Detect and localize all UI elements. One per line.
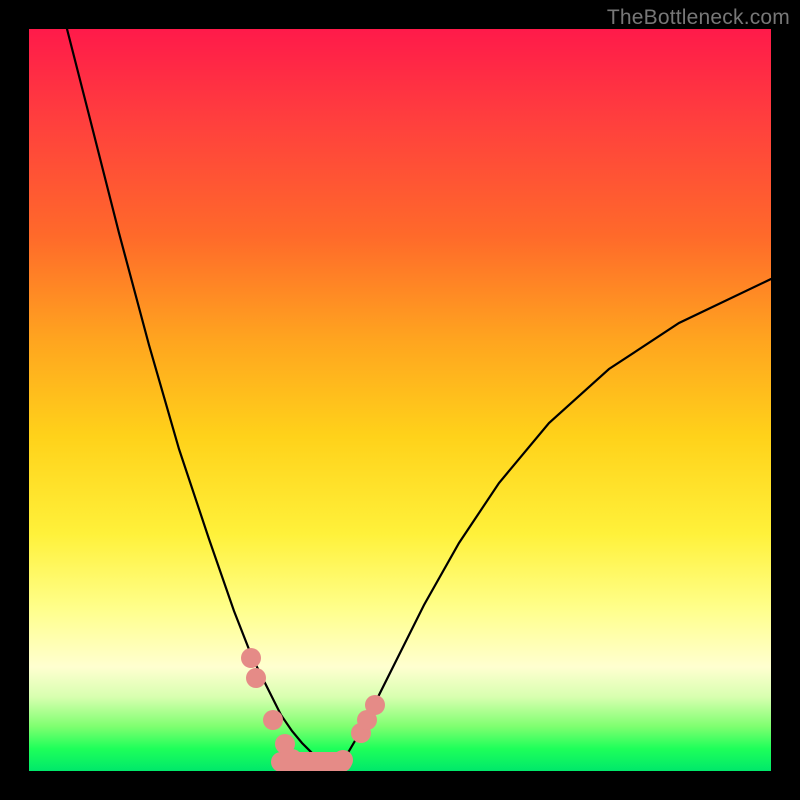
watermark-text: TheBottleneck.com [607,6,790,30]
plot-gradient-background [29,29,771,771]
chart-frame: TheBottleneck.com [0,0,800,800]
